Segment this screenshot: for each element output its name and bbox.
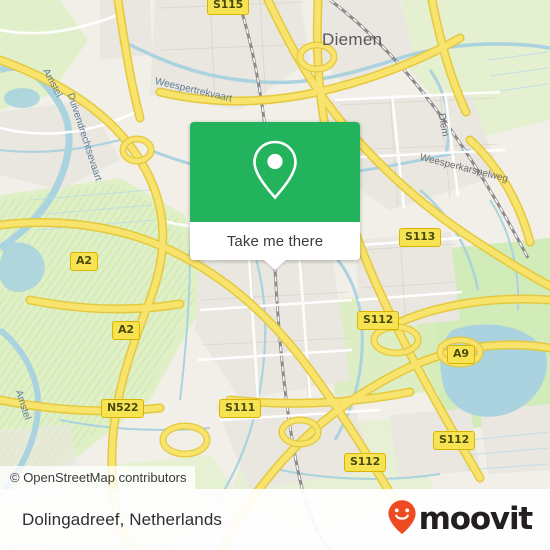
moovit-location-card: Diemen Amstel Duivendrechtsevaart Weespe… — [0, 0, 550, 550]
map-attribution[interactable]: © OpenStreetMap contributors — [0, 466, 195, 489]
location-pin-icon — [249, 138, 301, 207]
take-me-there-card[interactable]: Take me there — [190, 122, 360, 270]
road-shield-s111: S111 — [219, 399, 262, 418]
location-title: Dolingadreef, Netherlands — [22, 509, 223, 529]
moovit-pin-icon — [387, 499, 417, 540]
moovit-logo[interactable]: moovit — [387, 499, 534, 540]
road-shield-s112-north: S112 — [357, 311, 400, 330]
road-shield-a2-south: A2 — [112, 321, 140, 340]
card-action-area[interactable]: Take me there — [190, 222, 360, 260]
attribution-text: © OpenStreetMap contributors — [10, 470, 187, 485]
road-shield-s115: S115 — [207, 0, 250, 15]
road-shield-s112-south: S112 — [344, 453, 387, 472]
road-shield-a9: A9 — [447, 345, 475, 364]
card-pin-area — [190, 122, 360, 222]
footer-bar: Dolingadreef, Netherlands moovit — [0, 489, 550, 550]
road-shield-s113: S113 — [399, 228, 442, 247]
map-city-label: Diemen — [322, 30, 383, 49]
road-shield-n522: N522 — [101, 399, 145, 418]
road-shield-a2-north: A2 — [70, 252, 98, 271]
card-pointer-tail — [264, 260, 286, 270]
moovit-wordmark: moovit — [418, 501, 534, 537]
road-shield-s112-east: S112 — [433, 431, 476, 450]
take-me-there-label: Take me there — [226, 232, 324, 250]
